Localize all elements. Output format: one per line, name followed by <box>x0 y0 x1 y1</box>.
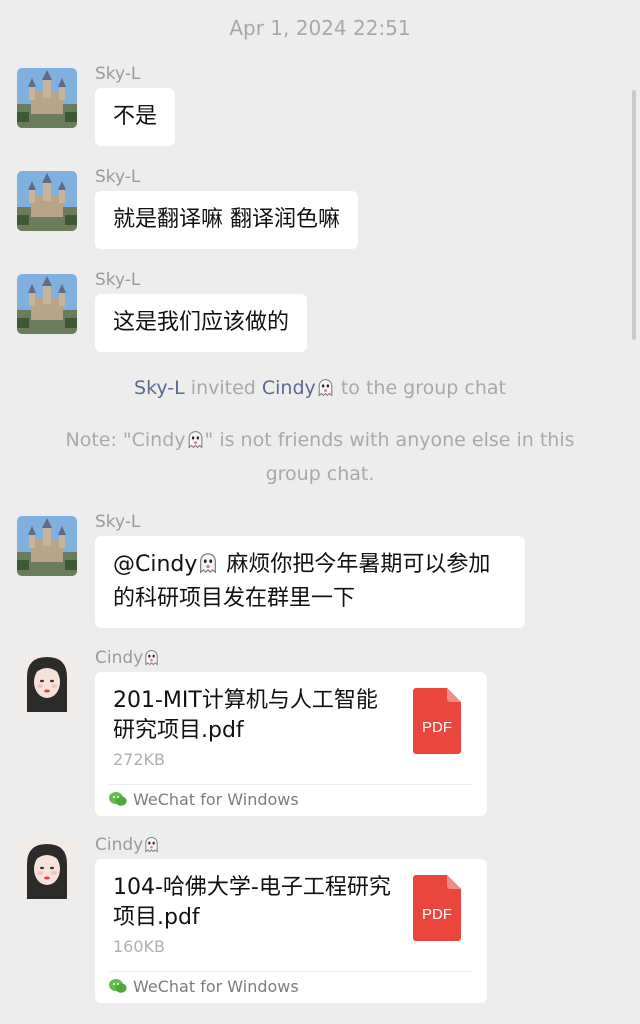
file-source: WeChat for Windows <box>109 977 299 996</box>
message-bubble[interactable]: 这是我们应该做的 <box>95 294 308 352</box>
sender-name: Sky-L <box>95 512 141 532</box>
file-card[interactable]: 201-MIT计算机与人工智能研究项目.pdf 272KB PDF WeChat… <box>95 672 487 816</box>
girl-avatar-icon <box>17 652 77 712</box>
note-suffix: " is not friends with anyone else in thi… <box>204 429 575 485</box>
timestamp: Apr 1, 2024 22:51 <box>229 16 411 40</box>
pdf-icon-label: PDF <box>422 906 452 923</box>
castle-avatar-icon <box>17 68 77 128</box>
wechat-icon <box>109 979 127 993</box>
ghost-emoji-icon <box>316 378 335 397</box>
invitee-link[interactable]: Cindy <box>262 377 335 399</box>
avatar[interactable] <box>17 274 77 334</box>
inviter-link[interactable]: Sky-L <box>134 377 185 399</box>
ghost-emoji-icon <box>143 649 160 666</box>
castle-avatar-icon <box>17 516 77 576</box>
invite-suffix: to the group chat <box>334 377 506 399</box>
sender-name: Cindy <box>95 835 160 855</box>
file-card[interactable]: 104-哈佛大学-电子工程研究项目.pdf 160KB PDF WeChat f… <box>95 859 487 1003</box>
ghost-emoji-icon <box>197 552 219 574</box>
avatar[interactable] <box>17 839 77 899</box>
divider <box>109 971 473 972</box>
avatar[interactable] <box>17 516 77 576</box>
girl-avatar-icon <box>17 839 77 899</box>
file-size: 160KB <box>113 937 166 956</box>
file-size: 272KB <box>113 750 166 769</box>
sender-name: Sky-L <box>95 64 141 84</box>
avatar[interactable] <box>17 652 77 712</box>
divider <box>109 784 473 785</box>
system-note-message: Note: "Cindy " is not friends with anyone… <box>0 423 640 491</box>
scrollbar[interactable] <box>632 90 636 340</box>
message-bubble[interactable]: 不是 <box>95 88 176 146</box>
mention-tag[interactable]: @Cindy <box>113 552 197 577</box>
pdf-file-icon: PDF <box>413 875 461 941</box>
sender-name: Sky-L <box>95 167 141 187</box>
invitee-name: Cindy <box>261 377 316 399</box>
file-source: WeChat for Windows <box>109 790 299 809</box>
avatar[interactable] <box>17 68 77 128</box>
sender-name-text: Cindy <box>95 835 144 855</box>
pdf-icon-label: PDF <box>422 719 452 736</box>
wechat-icon <box>109 792 127 806</box>
pdf-file-icon: PDF <box>413 688 461 754</box>
system-invite-message: Sky-L invited Cindy to the group chat <box>0 371 640 405</box>
sender-name: Sky-L <box>95 270 141 290</box>
castle-avatar-icon <box>17 274 77 334</box>
avatar[interactable] <box>17 171 77 231</box>
file-name: 201-MIT计算机与人工智能研究项目.pdf <box>113 688 378 743</box>
file-source-text: WeChat for Windows <box>133 977 299 996</box>
invite-verb: invited <box>184 377 262 399</box>
message-bubble[interactable]: @Cindy 麻烦你把今年暑期可以参加的科研项目发在群里一下 <box>95 536 525 628</box>
sender-name: Cindy <box>95 648 160 668</box>
chat-view: Apr 1, 2024 22:51 Sky-L 不是 Sky-L 就是翻译嘛 翻… <box>0 0 640 1024</box>
sender-name-text: Cindy <box>95 648 144 668</box>
castle-avatar-icon <box>17 171 77 231</box>
ghost-emoji-icon <box>143 836 160 853</box>
note-prefix: Note: "Cindy <box>65 429 186 451</box>
ghost-emoji-icon <box>186 430 205 449</box>
file-name: 104-哈佛大学-电子工程研究项目.pdf <box>113 875 391 930</box>
file-source-text: WeChat for Windows <box>133 790 299 809</box>
message-bubble[interactable]: 就是翻译嘛 翻译润色嘛 <box>95 191 358 249</box>
